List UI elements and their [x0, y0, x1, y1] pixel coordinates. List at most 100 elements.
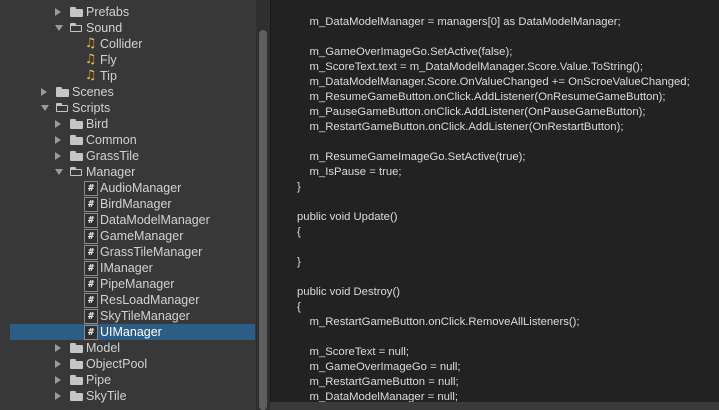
- code-line: m_RestartGameButton.onClick.RemoveAllLis…: [297, 316, 580, 328]
- code-line: {: [297, 226, 301, 238]
- expand-arrow-open-icon[interactable]: [55, 169, 63, 175]
- code-line: }: [297, 256, 301, 268]
- tree-item-label: Collider: [100, 37, 143, 51]
- tree-item-pipe[interactable]: Pipe: [0, 372, 256, 388]
- tree-item-label: PipeManager: [100, 277, 175, 291]
- folder-icon: [70, 375, 83, 385]
- tree-item-label: SkyTile: [86, 389, 127, 403]
- expand-arrow-closed-icon[interactable]: [55, 152, 61, 160]
- folder-icon: [70, 359, 83, 369]
- expand-arrow-closed-icon[interactable]: [55, 344, 61, 352]
- tree-item-objectpool[interactable]: ObjectPool: [0, 356, 256, 372]
- expand-arrow-closed-icon[interactable]: [55, 136, 61, 144]
- tree-item-label: Model: [86, 341, 121, 355]
- tree-item-label: ResLoadManager: [100, 293, 200, 307]
- tree-item-uimanager[interactable]: # UIManager: [10, 324, 255, 340]
- expand-arrow-open-icon[interactable]: [55, 25, 63, 31]
- tree-item-label: ObjectPool: [86, 357, 148, 371]
- folder-icon: [70, 343, 83, 353]
- tree-item-prefabs[interactable]: Prefabs: [0, 4, 256, 20]
- csharp-script-icon: #: [84, 213, 98, 228]
- folder-icon: [70, 151, 83, 161]
- csharp-script-icon: #: [84, 325, 98, 340]
- code-line: m_GameOverImageGo.SetActive(false);: [297, 46, 513, 58]
- tree-item-imanager[interactable]: # IManager: [0, 260, 256, 276]
- csharp-script-icon: #: [84, 277, 98, 292]
- code-line: }: [297, 181, 301, 193]
- tree-item-grasstile[interactable]: GrassTile: [0, 148, 256, 164]
- tree-item-common[interactable]: Common: [0, 132, 256, 148]
- folder-icon: [70, 119, 83, 129]
- tree-item-label: GrassTile: [86, 149, 140, 163]
- csharp-script-icon: #: [84, 245, 98, 260]
- code-line: m_DataModelManager.Score.OnValueChanged …: [297, 76, 690, 88]
- audio-clip-icon: ♫: [84, 52, 97, 67]
- tree-item-pipemanager[interactable]: # PipeManager: [0, 276, 256, 292]
- code-line: m_PauseGameButton.onClick.AddListener(On…: [297, 106, 646, 118]
- folder-icon: [70, 7, 83, 17]
- tree-item-birdmanager[interactable]: # BirdManager: [0, 196, 256, 212]
- csharp-script-icon: #: [84, 229, 98, 244]
- tree-item-scripts[interactable]: Scripts: [0, 100, 256, 116]
- tree-item-collider[interactable]: ♫ Collider: [0, 36, 256, 52]
- tree-item-label: Manager: [86, 165, 136, 179]
- folder-open-icon: [56, 103, 69, 113]
- editor-bottom-bar: [270, 402, 719, 410]
- tree-scrollbar[interactable]: [256, 0, 270, 410]
- tree-item-gamemanager[interactable]: # GameManager: [0, 228, 256, 244]
- csharp-script-icon: #: [84, 261, 98, 276]
- folder-open-icon: [70, 167, 83, 177]
- tree-item-scenes[interactable]: Scenes: [0, 84, 256, 100]
- audio-clip-icon: ♫: [84, 68, 97, 83]
- tree-item-resloadmanager[interactable]: # ResLoadManager: [0, 292, 256, 308]
- tree-item-label: Pipe: [86, 373, 112, 387]
- code-line: m_ResumeGameButton.onClick.AddListener(O…: [297, 91, 666, 103]
- code-line: m_ResumeGameImageGo.SetActive(true);: [297, 151, 526, 163]
- tree-item-label: DataModelManager: [100, 213, 210, 227]
- folder-icon: [70, 391, 83, 401]
- tree-scrollbar-thumb[interactable]: [259, 30, 267, 410]
- tree-item-tip[interactable]: ♫ Tip: [0, 68, 256, 84]
- tree-item-label: Common: [86, 133, 137, 147]
- code-line: public void Update(): [297, 211, 398, 223]
- code-line: m_RestartGameButton = null;: [297, 376, 459, 388]
- expand-arrow-closed-icon[interactable]: [41, 88, 47, 96]
- csharp-script-icon: #: [84, 309, 98, 324]
- folder-icon: [70, 135, 83, 145]
- project-tree: Prefabs Sound ♫ Collider ♫ Fly ♫ Tip Scenes Scrip…: [0, 0, 256, 410]
- expand-arrow-closed-icon[interactable]: [55, 392, 61, 400]
- expand-arrow-closed-icon[interactable]: [55, 120, 61, 128]
- code-line: m_IsPause = true;: [297, 166, 402, 178]
- tree-item-model[interactable]: Model: [0, 340, 256, 356]
- expand-arrow-closed-icon[interactable]: [55, 376, 61, 384]
- tree-item-manager[interactable]: Manager: [0, 164, 256, 180]
- tree-item-grasstilemanager[interactable]: # GrassTileManager: [0, 244, 256, 260]
- tree-item-skytilemanager[interactable]: # SkyTileManager: [0, 308, 256, 324]
- tree-item-label: AudioManager: [100, 181, 182, 195]
- audio-clip-icon: ♫: [84, 36, 97, 51]
- tree-item-label: Bird: [86, 117, 109, 131]
- tree-item-label: GameManager: [100, 229, 184, 243]
- code-editor[interactable]: m_DataModelManager = managers[0] as Data…: [270, 0, 719, 410]
- code-line: {: [297, 301, 301, 313]
- tree-item-label: Scripts: [72, 101, 111, 115]
- tree-item-label: SkyTileManager: [100, 309, 190, 323]
- code-line: m_ScoreText.text = m_DataModelManager.Sc…: [297, 61, 644, 73]
- tree-item-audiomanager[interactable]: # AudioManager: [0, 180, 256, 196]
- tree-item-label: Prefabs: [86, 5, 130, 19]
- tree-item-bird[interactable]: Bird: [0, 116, 256, 132]
- tree-item-label: IManager: [100, 261, 153, 275]
- tree-item-datamodelmanager[interactable]: # DataModelManager: [0, 212, 256, 228]
- code-line: m_DataModelManager = managers[0] as Data…: [297, 16, 621, 28]
- tree-item-fly[interactable]: ♫ Fly: [0, 52, 256, 68]
- tree-item-label: Fly: [100, 53, 117, 67]
- folder-open-icon: [70, 23, 83, 33]
- tree-item-sound[interactable]: Sound: [0, 20, 256, 36]
- code-line: m_ScoreText = null;: [297, 346, 410, 358]
- expand-arrow-closed-icon[interactable]: [55, 8, 61, 16]
- expand-arrow-closed-icon[interactable]: [55, 360, 61, 368]
- tree-item-label: Tip: [100, 69, 117, 83]
- expand-arrow-open-icon[interactable]: [41, 105, 49, 111]
- tree-item-label: BirdManager: [100, 197, 172, 211]
- tree-item-skytile[interactable]: SkyTile: [0, 388, 256, 404]
